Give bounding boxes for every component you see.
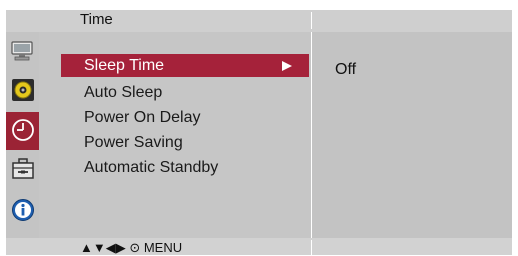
time-menu-list: Sleep Time Auto Sleep Power On Delay Pow… bbox=[39, 32, 311, 238]
sleep-time-value[interactable]: Off bbox=[335, 61, 356, 79]
menu-item-label: Sleep Time bbox=[84, 57, 165, 74]
menu-item-label: Automatic Standby bbox=[84, 159, 219, 176]
menu-item-power-saving[interactable]: Power Saving bbox=[61, 131, 309, 154]
info-icon[interactable] bbox=[6, 192, 39, 230]
footer-bar: ▲▼◀▶ ⊙ MENU bbox=[6, 238, 512, 255]
value-panel: Off bbox=[312, 32, 512, 238]
page-title: Time bbox=[80, 11, 113, 28]
menu-item-label: Power On Delay bbox=[84, 109, 201, 126]
menu-item-label: Auto Sleep bbox=[84, 84, 163, 101]
monitor-icon[interactable] bbox=[6, 34, 39, 72]
menu-item-power-on-delay[interactable]: Power On Delay bbox=[61, 106, 309, 129]
navigation-hint: ▲▼◀▶ ⊙ MENU bbox=[80, 240, 183, 255]
submenu-arrow-icon bbox=[282, 61, 292, 71]
audio-icon[interactable] bbox=[6, 73, 39, 111]
menu-item-label: Power Saving bbox=[84, 134, 183, 151]
toolbox-icon[interactable] bbox=[6, 152, 39, 190]
menu-item-auto-sleep[interactable]: Auto Sleep bbox=[61, 81, 309, 104]
osd-menu: Time Sleep Time Auto Sleep Power On Dela… bbox=[6, 10, 512, 255]
menu-item-sleep-time[interactable]: Sleep Time bbox=[61, 54, 309, 77]
footer-divider bbox=[311, 240, 312, 255]
clock-icon[interactable] bbox=[6, 112, 39, 150]
category-sidebar bbox=[6, 32, 39, 238]
menu-item-automatic-standby[interactable]: Automatic Standby bbox=[61, 156, 309, 179]
header-bar: Time bbox=[6, 10, 512, 32]
header-divider bbox=[311, 12, 312, 29]
